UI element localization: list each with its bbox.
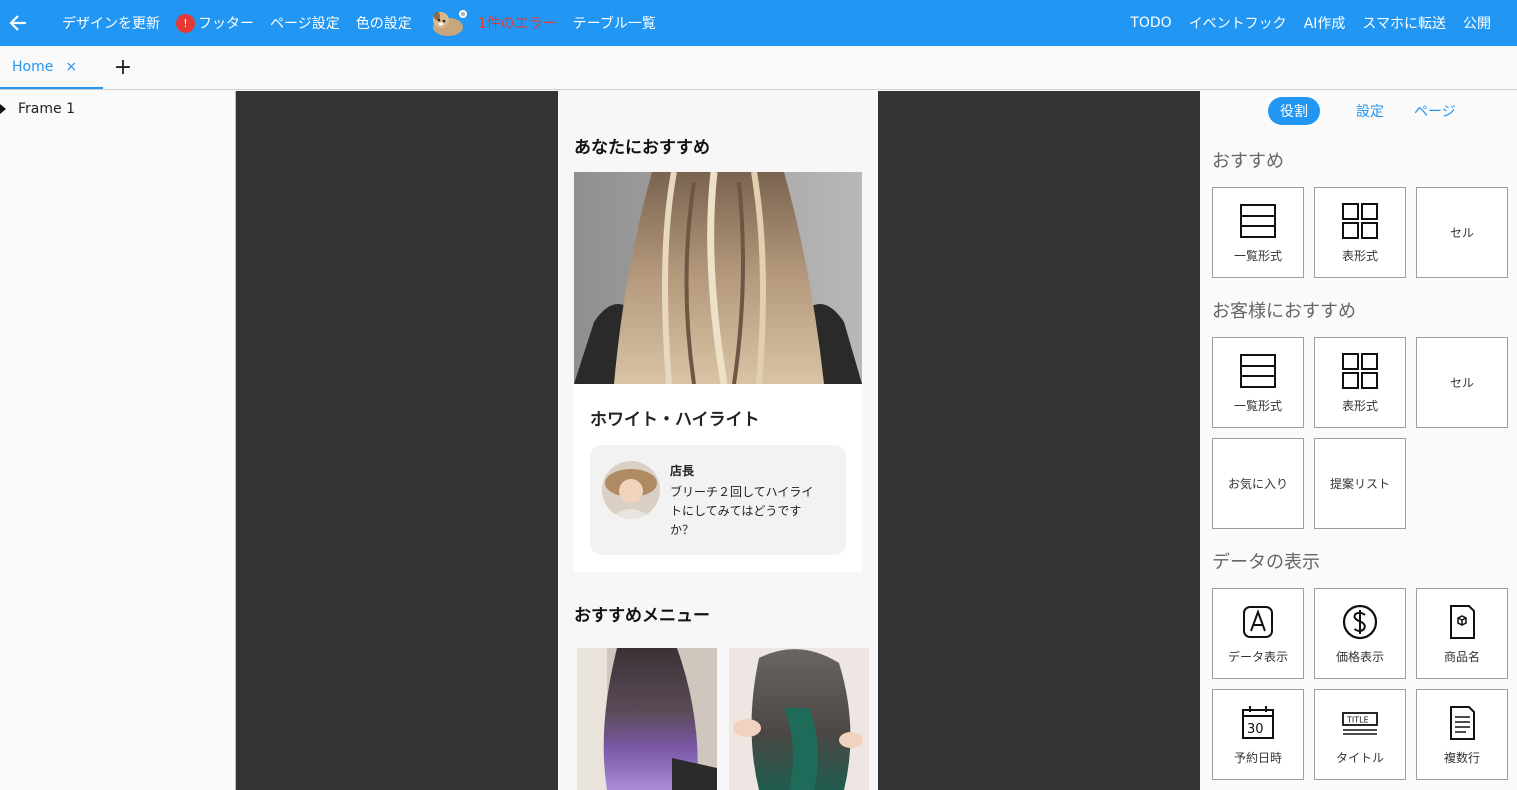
svg-text:TITLE: TITLE bbox=[1346, 716, 1369, 725]
title-icon: TITLE bbox=[1342, 712, 1378, 735]
color-settings-button[interactable]: 色の設定 bbox=[356, 13, 412, 33]
error-button[interactable]: 1件のエラー bbox=[428, 8, 557, 38]
tile-label: 一覧形式 bbox=[1233, 399, 1282, 413]
recommend-card[interactable]: ホワイト・ハイライト 店長 ブリーチ２回してハイライトにしてみてはどうですか？ bbox=[574, 172, 862, 572]
group-title-customer: お客様におすすめ bbox=[1212, 301, 1356, 322]
add-tab-icon[interactable]: + bbox=[103, 46, 143, 89]
calendar-icon: 30 bbox=[1242, 706, 1274, 739]
tile-grid-format[interactable]: 表形式 bbox=[1314, 337, 1406, 428]
tile-label: タイトル bbox=[1335, 751, 1384, 765]
section-title-menu: おすすめメニュー bbox=[574, 606, 710, 626]
layer-tree: Frame 1 bbox=[0, 91, 236, 790]
tile-reservation-datetime[interactable]: 30 予約日時 bbox=[1212, 689, 1304, 780]
tile-label: 価格表示 bbox=[1335, 650, 1384, 664]
grid-layout-icon bbox=[1342, 353, 1378, 389]
tile-label: 複数行 bbox=[1443, 751, 1480, 765]
alert-badge-icon: ! bbox=[176, 13, 195, 33]
menu-photo-green[interactable] bbox=[729, 648, 869, 790]
tile-label: セル bbox=[1449, 376, 1474, 390]
footer-button[interactable]: ! フッター bbox=[176, 13, 254, 33]
error-count-label: 1件のエラー bbox=[477, 16, 557, 32]
tree-item-frame[interactable]: Frame 1 bbox=[0, 91, 235, 117]
svg-text:30: 30 bbox=[1247, 722, 1264, 737]
tile-multiline[interactable]: 複数行 bbox=[1416, 689, 1508, 780]
tile-grid-format[interactable]: 表形式 bbox=[1314, 187, 1406, 278]
back-arrow-icon[interactable] bbox=[4, 9, 32, 37]
tile-product-name[interactable]: 商品名 bbox=[1416, 588, 1508, 679]
ai-create-button[interactable]: AI作成 bbox=[1304, 13, 1346, 33]
close-icon[interactable]: × bbox=[65, 59, 77, 75]
tab-bar: Home × + bbox=[0, 46, 1517, 90]
tile-price-display[interactable]: 価格表示 bbox=[1314, 588, 1406, 679]
multiline-document-icon bbox=[1450, 706, 1475, 740]
tree-item-label: Frame 1 bbox=[18, 101, 75, 117]
tile-label: データ表示 bbox=[1227, 650, 1288, 664]
avatar bbox=[602, 461, 660, 519]
product-document-icon bbox=[1450, 605, 1475, 639]
publish-button[interactable]: 公開 bbox=[1463, 13, 1491, 33]
tile-label: 表形式 bbox=[1341, 399, 1378, 413]
event-hook-button[interactable]: イベントフック bbox=[1189, 13, 1287, 33]
tile-title[interactable]: TITLE タイトル bbox=[1314, 689, 1406, 780]
tile-list-format[interactable]: 一覧形式 bbox=[1212, 337, 1304, 428]
todo-button[interactable]: TODO bbox=[1130, 13, 1171, 33]
comment-author: 店長 bbox=[670, 464, 695, 478]
update-design-button[interactable]: デザインを更新 bbox=[62, 13, 160, 33]
tile-favorites[interactable]: お気に入り bbox=[1212, 438, 1304, 529]
comment-bubble: 店長 ブリーチ２回してハイライトにしてみてはどうですか？ bbox=[590, 445, 846, 555]
design-canvas: あなたにおすすめ ホワイト・ハイライト 店長 ブリーチ２回してハイライトにしてみ… bbox=[236, 91, 1200, 790]
tile-label: 商品名 bbox=[1443, 650, 1480, 664]
tab-settings[interactable]: 設定 bbox=[1356, 101, 1384, 121]
send-to-phone-button[interactable]: スマホに転送 bbox=[1362, 13, 1446, 33]
footer-label: フッター bbox=[198, 16, 254, 32]
phone-preview[interactable]: あなたにおすすめ ホワイト・ハイライト 店長 ブリーチ２回してハイライトにしてみ… bbox=[558, 91, 878, 790]
app-toolbar: デザインを更新 ! フッター ページ設定 色の設定 1件のエラー テーブル一覧 … bbox=[0, 0, 1517, 46]
list-layout-icon bbox=[1240, 204, 1276, 238]
section-title-recommend: あなたにおすすめ bbox=[574, 138, 710, 158]
tab-home-label: Home bbox=[12, 58, 54, 75]
tile-cell[interactable]: セル bbox=[1416, 187, 1508, 278]
tile-label: 予約日時 bbox=[1233, 751, 1282, 765]
tile-label: お気に入り bbox=[1227, 477, 1288, 491]
grid-layout-icon bbox=[1342, 203, 1378, 239]
page-settings-button[interactable]: ページ設定 bbox=[270, 13, 340, 33]
toolbar-right-group: TODO イベントフック AI作成 スマホに転送 公開 bbox=[1130, 13, 1517, 33]
comment-text: ブリーチ２回してハイライトにしてみてはどうですか？ bbox=[670, 485, 814, 537]
table-list-button[interactable]: テーブル一覧 bbox=[573, 13, 656, 33]
tab-page[interactable]: ページ bbox=[1414, 101, 1456, 121]
tile-suggestion-list[interactable]: 提案リスト bbox=[1314, 438, 1406, 529]
tile-list-format[interactable]: 一覧形式 bbox=[1212, 187, 1304, 278]
tile-label: 提案リスト bbox=[1329, 477, 1390, 491]
tab-home[interactable]: Home × bbox=[0, 46, 103, 89]
dog-mascot-icon bbox=[432, 10, 467, 36]
hair-photo bbox=[574, 172, 862, 384]
tile-label: 表形式 bbox=[1341, 249, 1378, 263]
tile-data-display[interactable]: データ表示 bbox=[1212, 588, 1304, 679]
dollar-icon bbox=[1342, 604, 1378, 640]
tile-label: セル bbox=[1449, 226, 1474, 240]
tab-roles[interactable]: 役割 bbox=[1268, 97, 1320, 125]
tile-label: 一覧形式 bbox=[1233, 249, 1282, 263]
panel-tabs: 役割 設定 ページ bbox=[1268, 97, 1486, 125]
component-panel: 役割 設定 ページ おすすめ 一覧形式 表形式 セル お客様におすすめ 一覧形式… bbox=[1200, 91, 1517, 790]
menu-photo-purple[interactable] bbox=[577, 648, 717, 790]
text-a-icon bbox=[1243, 606, 1273, 638]
tile-cell[interactable]: セル bbox=[1416, 337, 1508, 428]
expand-arrow-icon[interactable] bbox=[0, 104, 6, 114]
list-layout-icon bbox=[1240, 354, 1276, 388]
card-title: ホワイト・ハイライト bbox=[590, 410, 760, 430]
group-title-data-display: データの表示 bbox=[1212, 552, 1320, 573]
group-title-recommend: おすすめ bbox=[1212, 151, 1284, 172]
